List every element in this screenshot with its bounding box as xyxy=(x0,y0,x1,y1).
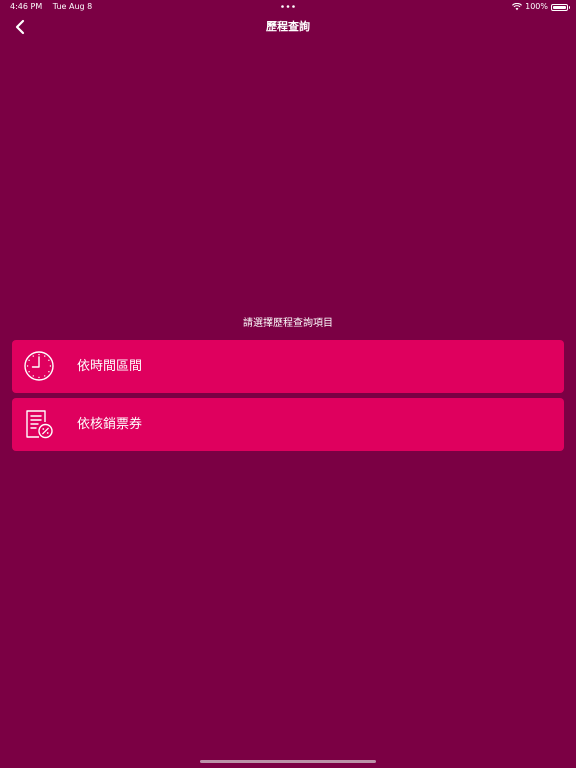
battery-icon xyxy=(551,3,570,11)
clock-icon xyxy=(24,351,54,381)
status-time: 4:46 PM xyxy=(10,2,43,11)
page-title: 歷程查詢 xyxy=(266,20,310,33)
status-bar: 4:46 PM Tue Aug 8 100% xyxy=(0,0,576,14)
home-indicator[interactable] xyxy=(200,760,376,763)
multitasking-dots-icon[interactable] xyxy=(281,5,295,8)
option-by-redeemed-ticket-button[interactable]: 依核銷票券 xyxy=(12,398,564,451)
navigation-bar: 歷程查詢 xyxy=(0,14,576,38)
battery-percentage: 100% xyxy=(525,2,548,11)
wifi-icon xyxy=(512,3,523,11)
status-right: 100% xyxy=(512,0,570,14)
status-left: 4:46 PM Tue Aug 8 xyxy=(10,0,92,14)
selection-prompt: 請選擇歷程查詢項目 xyxy=(243,318,333,329)
battery-fill xyxy=(553,5,566,9)
option-by-time-range-button[interactable]: 依時間區間 xyxy=(12,340,564,393)
option-label: 依時間區間 xyxy=(77,359,143,374)
ticket-receipt-icon xyxy=(26,410,53,439)
status-date: Tue Aug 8 xyxy=(52,2,93,11)
option-label: 依核銷票券 xyxy=(77,417,143,432)
